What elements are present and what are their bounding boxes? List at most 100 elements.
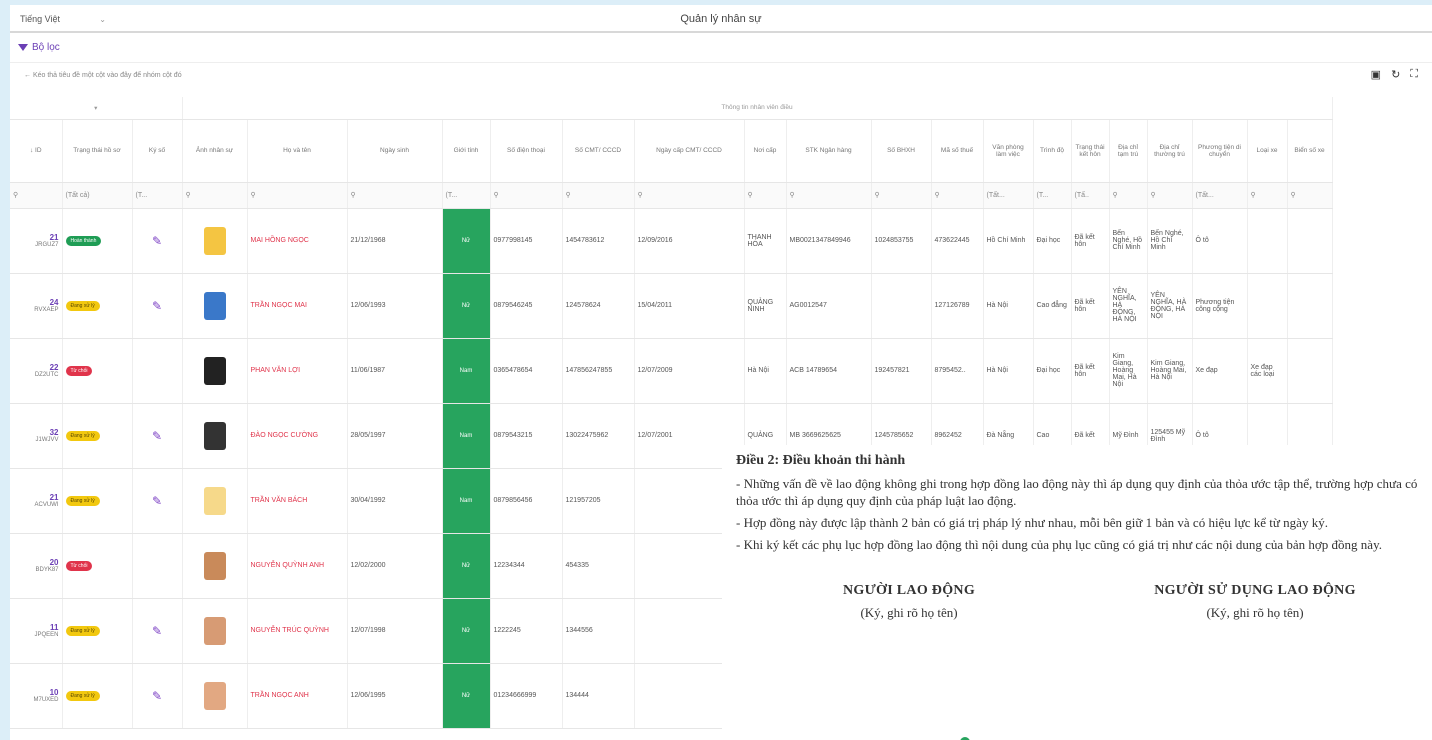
name-cell[interactable]: MAI HỒNG NGỌC <box>247 208 348 274</box>
avatar-cell <box>182 273 248 339</box>
filter-label: Bộ lọc <box>32 42 60 53</box>
top-bar: Tiếng Việt ⌄ Quản lý nhân sự <box>10 5 1432 33</box>
column-header[interactable]: Trình độ <box>1033 119 1072 183</box>
search-icon[interactable]: ⚲ <box>1109 182 1148 209</box>
signature-block: NGƯỜI LAO ĐỘNG (Ký, ghi rõ họ tên) NGƯỜI… <box>736 583 1428 621</box>
group-panel[interactable]: ← Kéo thả tiêu đề một cột vào đây để nhó… <box>10 63 1432 87</box>
id-number: 24 <box>49 298 59 307</box>
table-row[interactable]: 24 RVXAEP Đang xử lý ✎ TRẦN NGỌC MAI 12/06/19… <box>10 273 1333 339</box>
signature-pen-icon[interactable]: ✎ <box>152 494 162 508</box>
search-icon[interactable]: ⚲ <box>1247 182 1288 209</box>
refresh-icon[interactable]: ↻ <box>1391 68 1400 81</box>
export-icon[interactable]: ▣ <box>1371 68 1381 81</box>
id-cell: 24 RVXAEP <box>10 273 63 339</box>
avatar <box>203 226 226 255</box>
search-icon[interactable]: ⚲ <box>871 182 932 209</box>
column-header[interactable]: Địa chỉ thường trú <box>1147 119 1193 183</box>
signature-employee-title: NGƯỜI LAO ĐỘNG <box>842 583 976 598</box>
search-icon[interactable]: ⚲ <box>634 182 745 209</box>
search-icon[interactable]: ⚲ <box>247 182 348 209</box>
table-row[interactable]: 21 JRGUZ7 Hoàn thành ✎ MAI HỒNG NGỌC 21/12/19… <box>10 208 1333 274</box>
filter-row: ⚲ (Tất cả) (T... ⚲ ⚲ ⚲ (T... ⚲ ⚲ ⚲ ⚲ ⚲ ⚲ ⚲ (Tất... (T..… <box>10 182 1333 209</box>
signature-pen-icon[interactable]: ✎ <box>152 299 162 313</box>
name-cell[interactable]: NGUYỄN QUỲNH ANH <box>247 533 348 599</box>
signature-pen-icon[interactable]: ✎ <box>152 624 162 638</box>
name-cell[interactable]: TRẦN NGỌC MAI <box>247 273 348 339</box>
id-cell: 22 DZ2UTC <box>10 338 63 404</box>
status-cell: Đang xử lý <box>62 598 133 664</box>
column-header[interactable]: Địa chỉ tạm trú <box>1109 119 1148 183</box>
dob-cell: 30/04/1992 <box>347 468 443 534</box>
id-code: BDYK87 <box>35 567 59 573</box>
column-header[interactable]: Nơi cấp <box>744 119 787 183</box>
column-header[interactable]: Ngày sinh <box>347 119 443 183</box>
column-header[interactable]: Phương tiện di chuyển <box>1192 119 1248 183</box>
fullscreen-icon[interactable]: ⛶ <box>1410 68 1418 81</box>
search-icon[interactable]: ⚲ <box>182 182 248 209</box>
search-icon[interactable]: ⚲ <box>347 182 443 209</box>
search-icon[interactable]: ⚲ <box>1147 182 1193 209</box>
signature-pen-icon[interactable]: ✎ <box>152 429 162 443</box>
name-cell[interactable]: NGUYỄN TRÚC QUỲNH <box>247 598 348 664</box>
column-header[interactable]: ↓ ID <box>10 119 63 183</box>
filter-button[interactable]: Bộ lọc <box>10 33 1432 63</box>
filter-select[interactable]: (T... <box>442 182 491 209</box>
search-icon[interactable]: ⚲ <box>490 182 563 209</box>
gender-cell: Nữ <box>442 533 491 599</box>
name-cell[interactable]: ĐÀO NGỌC CƯỜNG <box>247 403 348 469</box>
cmt-cell: 121957205 <box>562 468 635 534</box>
plate-cell <box>1287 273 1333 339</box>
group-header-blank: ▾ <box>10 97 183 120</box>
column-header[interactable]: Văn phòng làm việc <box>983 119 1034 183</box>
name-cell[interactable]: TRẦN VĂN BÁCH <box>247 468 348 534</box>
column-header[interactable]: Số BHXH <box>871 119 932 183</box>
column-header[interactable]: Số điện thoại <box>490 119 563 183</box>
column-header[interactable]: Biển số xe <box>1287 119 1333 183</box>
cmt-cell: 124578624 <box>562 273 635 339</box>
column-header[interactable]: STK Ngân hàng <box>786 119 872 183</box>
filter-select[interactable]: (T... <box>1033 182 1072 209</box>
signature-employee: NGƯỜI LAO ĐỘNG (Ký, ghi rõ họ tên) <box>736 583 1082 621</box>
column-header[interactable]: Ký số <box>132 119 183 183</box>
phone-cell: 12234344 <box>490 533 563 599</box>
signature-pen-icon[interactable]: ✎ <box>152 234 162 248</box>
sign-cell: ✎ <box>132 468 183 534</box>
search-icon[interactable]: ⚲ <box>786 182 872 209</box>
search-icon[interactable]: ⚲ <box>931 182 984 209</box>
search-icon[interactable]: ⚲ <box>744 182 787 209</box>
filter-select[interactable]: (T... <box>132 182 183 209</box>
temp-address-cell: Kim Giang, Hoàng Mai, Hà Nội <box>1109 338 1148 404</box>
column-header[interactable]: Họ và tên <box>247 119 348 183</box>
column-header[interactable]: Giới tính <box>442 119 491 183</box>
column-header[interactable]: Mã số thuế <box>931 119 984 183</box>
filter-select[interactable]: (Tất... <box>983 182 1034 209</box>
avatar-cell <box>182 208 248 274</box>
column-header[interactable]: Trạng thái hồ sơ <box>62 119 133 183</box>
phone-cell: 0365478654 <box>490 338 563 404</box>
signature-pen-icon[interactable]: ✎ <box>152 689 162 703</box>
id-cell: 21 JRGUZ7 <box>10 208 63 274</box>
search-icon[interactable]: ⚲ <box>10 182 63 209</box>
column-header[interactable]: Ngày cấp CMT/ CCCD <box>634 119 745 183</box>
column-header[interactable]: Loại xe <box>1247 119 1288 183</box>
sign-cell: ✎ <box>132 273 183 339</box>
filter-select[interactable]: (Tấ.. <box>1071 182 1110 209</box>
table-row[interactable]: 22 DZ2UTC Từ chối PHAN VĂN LỢI 11/06/1987 Nam… <box>10 338 1333 404</box>
status-badge: Đang xử lý <box>65 430 100 441</box>
gender-cell: Nữ <box>442 273 491 339</box>
column-header[interactable]: Ảnh nhân sự <box>182 119 248 183</box>
temp-address-cell: YÊN NGHĨA, HÀ ĐÔNG, HÀ NỘI <box>1109 273 1148 339</box>
column-header[interactable]: Số CMT/ CCCD <box>562 119 635 183</box>
issue-date-cell: 15/04/2011 <box>634 273 745 339</box>
name-cell[interactable]: TRẦN NGỌC ANH <box>247 663 348 729</box>
avatar <box>203 421 226 450</box>
filter-select[interactable]: (Tất... <box>1192 182 1248 209</box>
filter-select[interactable]: (Tất cả) <box>62 182 133 209</box>
name-cell[interactable]: PHAN VĂN LỢI <box>247 338 348 404</box>
column-header[interactable]: Trạng thái kết hôn <box>1071 119 1110 183</box>
phone-cell: 1222245 <box>490 598 563 664</box>
avatar-cell <box>182 338 248 404</box>
avatar-cell <box>182 533 248 599</box>
search-icon[interactable]: ⚲ <box>1287 182 1333 209</box>
search-icon[interactable]: ⚲ <box>562 182 635 209</box>
